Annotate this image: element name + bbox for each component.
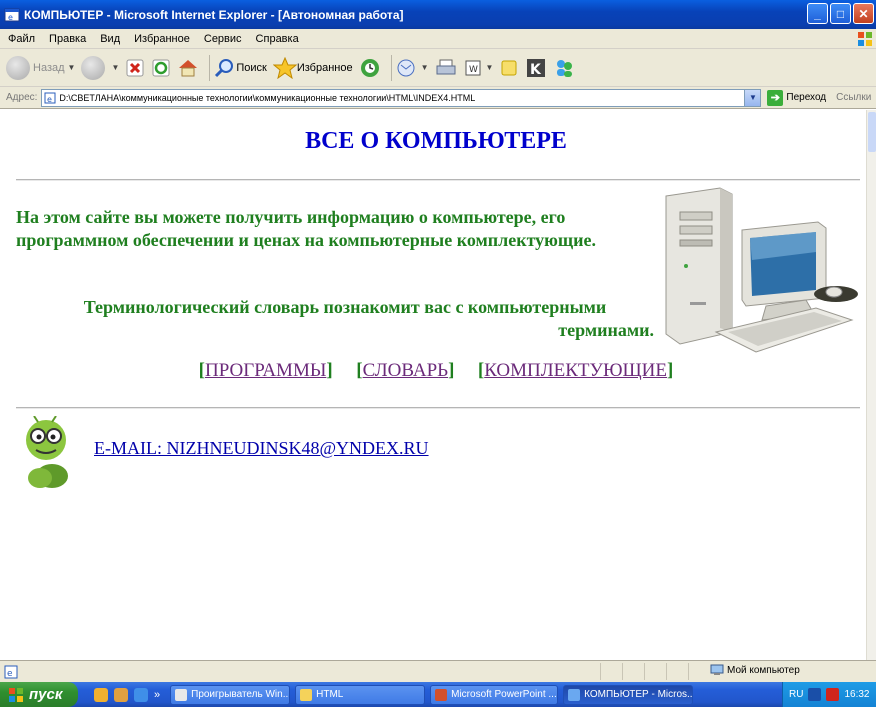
menu-bar: Файл Правка Вид Избранное Сервис Справка <box>0 29 876 49</box>
tray-k-icon[interactable] <box>826 688 840 701</box>
history-button[interactable] <box>359 57 381 79</box>
email-link[interactable]: E-MAIL: NIZHNEUDINSK48@YNDEX.RU <box>94 438 429 459</box>
folder-icon <box>300 688 313 701</box>
menu-edit[interactable]: Правка <box>49 33 86 45</box>
vertical-scrollbar[interactable] <box>866 110 876 660</box>
quick-launch-more-icon[interactable]: » <box>154 689 160 701</box>
dictionary-text: Терминологический словарь познакомит вас… <box>36 296 654 342</box>
divider-top <box>16 179 860 181</box>
refresh-button[interactable] <box>151 58 171 78</box>
intro-text: На этом сайте вы можете получить информа… <box>16 207 596 250</box>
page-icon: e <box>44 92 56 104</box>
language-indicator[interactable]: RU <box>789 689 803 700</box>
forward-arrow-icon <box>81 55 106 80</box>
page-title: ВСЕ О КОМПЬЮТЕРЕ <box>305 128 567 154</box>
menu-file[interactable]: Файл <box>8 33 35 45</box>
address-bar: Адрес: e D:\СВЕТЛАНА\коммуникационные те… <box>0 87 876 109</box>
programs-link[interactable]: ПРОГРАММЫ <box>205 360 326 381</box>
components-link[interactable]: КОМПЛЕКТУЮЩИЕ <box>484 360 667 381</box>
ie-icon: e <box>4 8 20 22</box>
k-app-button[interactable]: K <box>525 57 547 79</box>
powerpoint-icon <box>435 688 448 701</box>
messenger-quick-icon[interactable] <box>114 687 128 702</box>
window-title: КОМПЬЮТЕР - Microsoft Internet Explorer … <box>24 7 404 22</box>
bookworm-mascot-image <box>26 416 68 488</box>
windows-flag-icon <box>9 687 23 702</box>
printer-icon <box>436 59 456 74</box>
minimize-button[interactable]: _ <box>807 3 828 24</box>
word-edit-icon: W <box>465 60 481 75</box>
go-button[interactable]: ➔ Переход <box>767 89 826 106</box>
system-tray: RU 16:32 <box>782 682 876 707</box>
print-button[interactable] <box>435 58 457 78</box>
discuss-button[interactable] <box>499 58 519 78</box>
star-icon <box>272 56 297 79</box>
messenger-icon <box>557 59 573 77</box>
messenger-button[interactable] <box>553 57 575 79</box>
page-viewport: ВСЕ О КОМПЬЮТЕРЕ На этом сайте вы можете… <box>6 110 866 660</box>
task-html-folder[interactable]: HTML <box>295 684 426 705</box>
windows-logo-icon <box>858 32 872 46</box>
close-button[interactable]: ✕ <box>853 3 874 24</box>
menu-help[interactable]: Справка <box>256 33 299 45</box>
address-dropdown-button[interactable]: ▼ <box>744 89 761 106</box>
quick-launch: » <box>94 687 160 702</box>
title-bar: e КОМПЬЮТЕР - Microsoft Internet Explore… <box>0 0 876 29</box>
edit-button[interactable]: W ▼ <box>463 58 493 78</box>
security-zone: Мой компьютер <box>710 664 800 676</box>
search-icon <box>215 58 234 77</box>
start-button[interactable]: пуск <box>0 682 78 707</box>
scroll-thumb[interactable] <box>868 112 876 152</box>
address-value: D:\СВЕТЛАНА\коммуникационные технологии\… <box>59 92 476 103</box>
go-arrow-icon: ➔ <box>767 89 784 106</box>
svg-text:K: K <box>530 62 542 78</box>
clock[interactable]: 16:32 <box>844 689 869 700</box>
refresh-icon <box>152 59 170 76</box>
mail-button[interactable]: ▼ <box>396 58 429 78</box>
status-bar: e Мой компьютер <box>0 660 876 682</box>
divider-bottom <box>16 407 860 409</box>
toolbar: Назад ▼ ▼ Поиск Избранное ▼ W ▼ K <box>0 49 876 87</box>
svg-text:e: e <box>47 95 52 104</box>
search-button[interactable]: Поиск <box>214 57 267 79</box>
tray-arrow-icon[interactable] <box>808 688 822 701</box>
address-label: Адрес: <box>6 92 38 103</box>
menu-view[interactable]: Вид <box>100 33 120 45</box>
page-done-icon: e <box>4 665 18 679</box>
ie-quick-icon[interactable] <box>134 687 148 702</box>
task-ie-window[interactable]: КОМПЬЮТЕР - Micros... <box>563 684 694 705</box>
mail-icon <box>397 59 415 76</box>
folder-note-icon <box>501 60 517 75</box>
back-button[interactable]: Назад ▼ <box>6 55 75 80</box>
home-button[interactable] <box>177 58 199 78</box>
stop-button[interactable] <box>125 58 145 78</box>
favorites-button[interactable]: Избранное <box>272 56 353 79</box>
k-logo-icon: K <box>527 58 546 78</box>
svg-text:W: W <box>469 65 478 75</box>
menu-favorites[interactable]: Избранное <box>134 33 190 45</box>
back-arrow-icon <box>6 55 30 80</box>
task-powerpoint[interactable]: Microsoft PowerPoint ... <box>430 684 559 705</box>
stop-icon <box>126 59 144 76</box>
home-icon <box>179 59 198 76</box>
history-icon <box>360 58 379 77</box>
dictionary-link[interactable]: СЛОВАРЬ <box>363 360 448 381</box>
forward-button[interactable]: ▼ <box>81 55 119 80</box>
nav-links: [ПРОГРАММЫ] [СЛОВАРЬ] [КОМПЛЕКТУЮЩИЕ] <box>198 360 674 381</box>
dictionary-line-1: Терминологический словарь познакомит вас… <box>83 297 607 317</box>
task-media-player[interactable]: Проигрыватель Win... <box>170 684 291 705</box>
svg-text:e: e <box>8 13 13 22</box>
ie-task-icon <box>568 688 581 701</box>
maximize-button[interactable]: □ <box>830 3 851 24</box>
computer-image <box>665 187 858 353</box>
address-input[interactable]: e D:\СВЕТЛАНА\коммуникационные технологи… <box>41 88 762 107</box>
menu-tools[interactable]: Сервис <box>204 33 242 45</box>
media-icon[interactable] <box>94 687 108 702</box>
dictionary-line-2: терминами. <box>558 320 654 340</box>
taskbar: пуск » Проигрыватель Win... HTML Microso… <box>0 682 876 707</box>
links-button[interactable]: Ссылки <box>836 92 871 103</box>
my-computer-icon <box>710 664 724 675</box>
media-player-icon <box>175 688 188 701</box>
svg-text:e: e <box>7 669 13 679</box>
